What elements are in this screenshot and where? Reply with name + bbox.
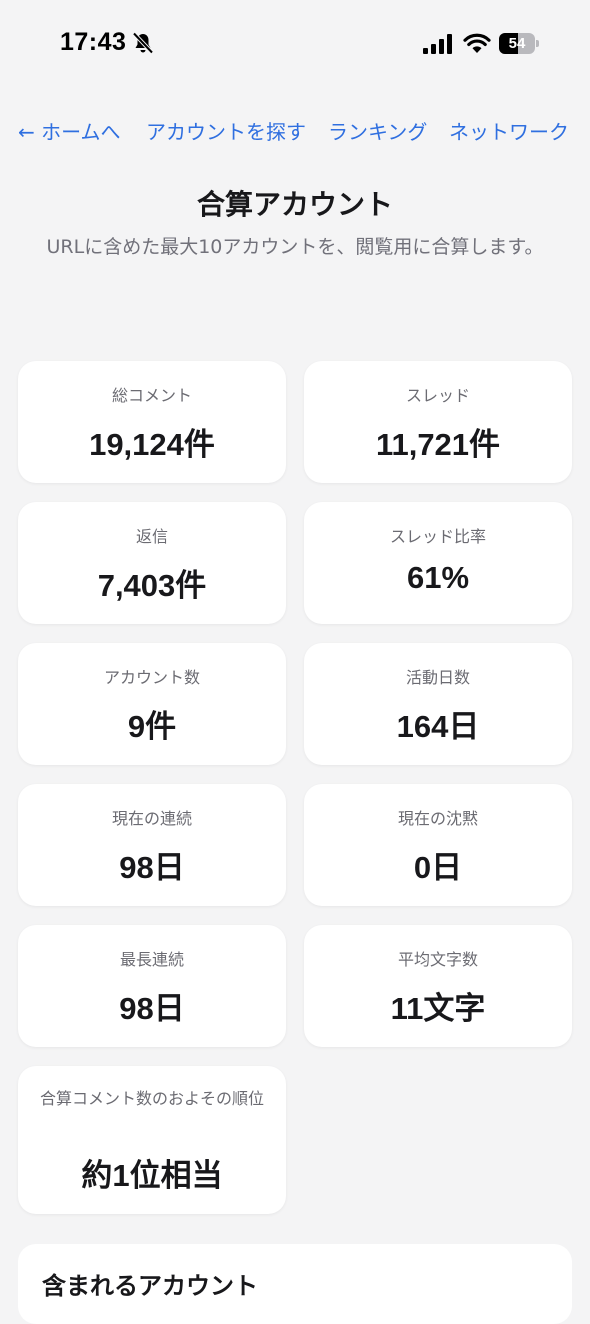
stat-card-total-comments: 総コメント 19,124件 bbox=[18, 361, 286, 483]
stat-label: 最長連続 bbox=[119, 950, 184, 969]
nav-find-accounts-link[interactable]: アカウントを探す bbox=[146, 117, 306, 147]
stat-card-average-chars: 平均文字数 11文字 bbox=[304, 925, 572, 1047]
top-nav: ← ホームへ アカウントを探す ランキング ネットワーク bbox=[0, 117, 590, 149]
stat-label: 平均文字数 bbox=[397, 950, 478, 969]
page-subtitle: URLに含めた最大10アカウントを、閲覧用に合算します。 bbox=[46, 236, 544, 258]
cellular-signal-icon bbox=[423, 34, 452, 54]
nav-network-link[interactable]: ネットワーク bbox=[449, 117, 569, 147]
stat-label: 総コメント bbox=[111, 386, 192, 405]
stat-value: 61% bbox=[406, 560, 470, 595]
stat-value: 19,124件 bbox=[89, 427, 215, 462]
bell-off-icon bbox=[132, 32, 154, 54]
stat-label: 活動日数 bbox=[405, 668, 470, 687]
stat-value: 11文字 bbox=[390, 991, 486, 1026]
stat-value: 98日 bbox=[119, 991, 185, 1026]
stat-card-threads: スレッド 11,721件 bbox=[304, 361, 572, 483]
wifi-icon bbox=[463, 33, 491, 53]
stat-card-active-days: 活動日数 164日 bbox=[304, 643, 572, 765]
stat-value: 11,721件 bbox=[375, 427, 501, 462]
stat-value: 98日 bbox=[119, 850, 185, 885]
stat-label: スレッド bbox=[405, 386, 470, 405]
stat-label: アカウント数 bbox=[103, 668, 200, 687]
status-time: 17:43 bbox=[60, 28, 127, 56]
stat-value: 164日 bbox=[396, 709, 480, 744]
stat-card-account-count: アカウント数 9件 bbox=[18, 643, 286, 765]
stat-label: 返信 bbox=[135, 527, 168, 546]
stat-value: 9件 bbox=[127, 709, 177, 744]
stat-value: 約1位相当 bbox=[81, 1158, 223, 1193]
stat-value: 7,403件 bbox=[97, 568, 207, 603]
page-title: 合算アカウント bbox=[196, 188, 393, 221]
stat-card-current-silence: 現在の沈黙 0日 bbox=[304, 784, 572, 906]
stat-label: 現在の連続 bbox=[111, 809, 192, 828]
stat-label: 現在の沈黙 bbox=[397, 809, 478, 828]
included-accounts-heading: 含まれるアカウント bbox=[42, 1272, 258, 1300]
stat-card-longest-streak: 最長連続 98日 bbox=[18, 925, 286, 1047]
included-accounts-section: 含まれるアカウント bbox=[18, 1244, 572, 1324]
stat-card-approx-rank: 合算コメント数のおよその順位 約1位相当 bbox=[18, 1066, 286, 1214]
stat-label: スレッド比率 bbox=[389, 527, 486, 546]
nav-ranking-link[interactable]: ランキング bbox=[328, 117, 427, 147]
stat-card-replies: 返信 7,403件 bbox=[18, 502, 286, 624]
battery-level: 54 bbox=[508, 35, 526, 52]
stat-value: 0日 bbox=[413, 850, 463, 885]
status-bar: 17:43 54 bbox=[0, 0, 590, 88]
stat-card-thread-ratio: スレッド比率 61% bbox=[304, 502, 572, 624]
nav-home-link[interactable]: ← ホームへ bbox=[18, 117, 121, 147]
stat-label: 合算コメント数のおよその順位 bbox=[39, 1089, 264, 1108]
battery-icon: 54 bbox=[499, 33, 539, 54]
stat-card-current-streak: 現在の連続 98日 bbox=[18, 784, 286, 906]
